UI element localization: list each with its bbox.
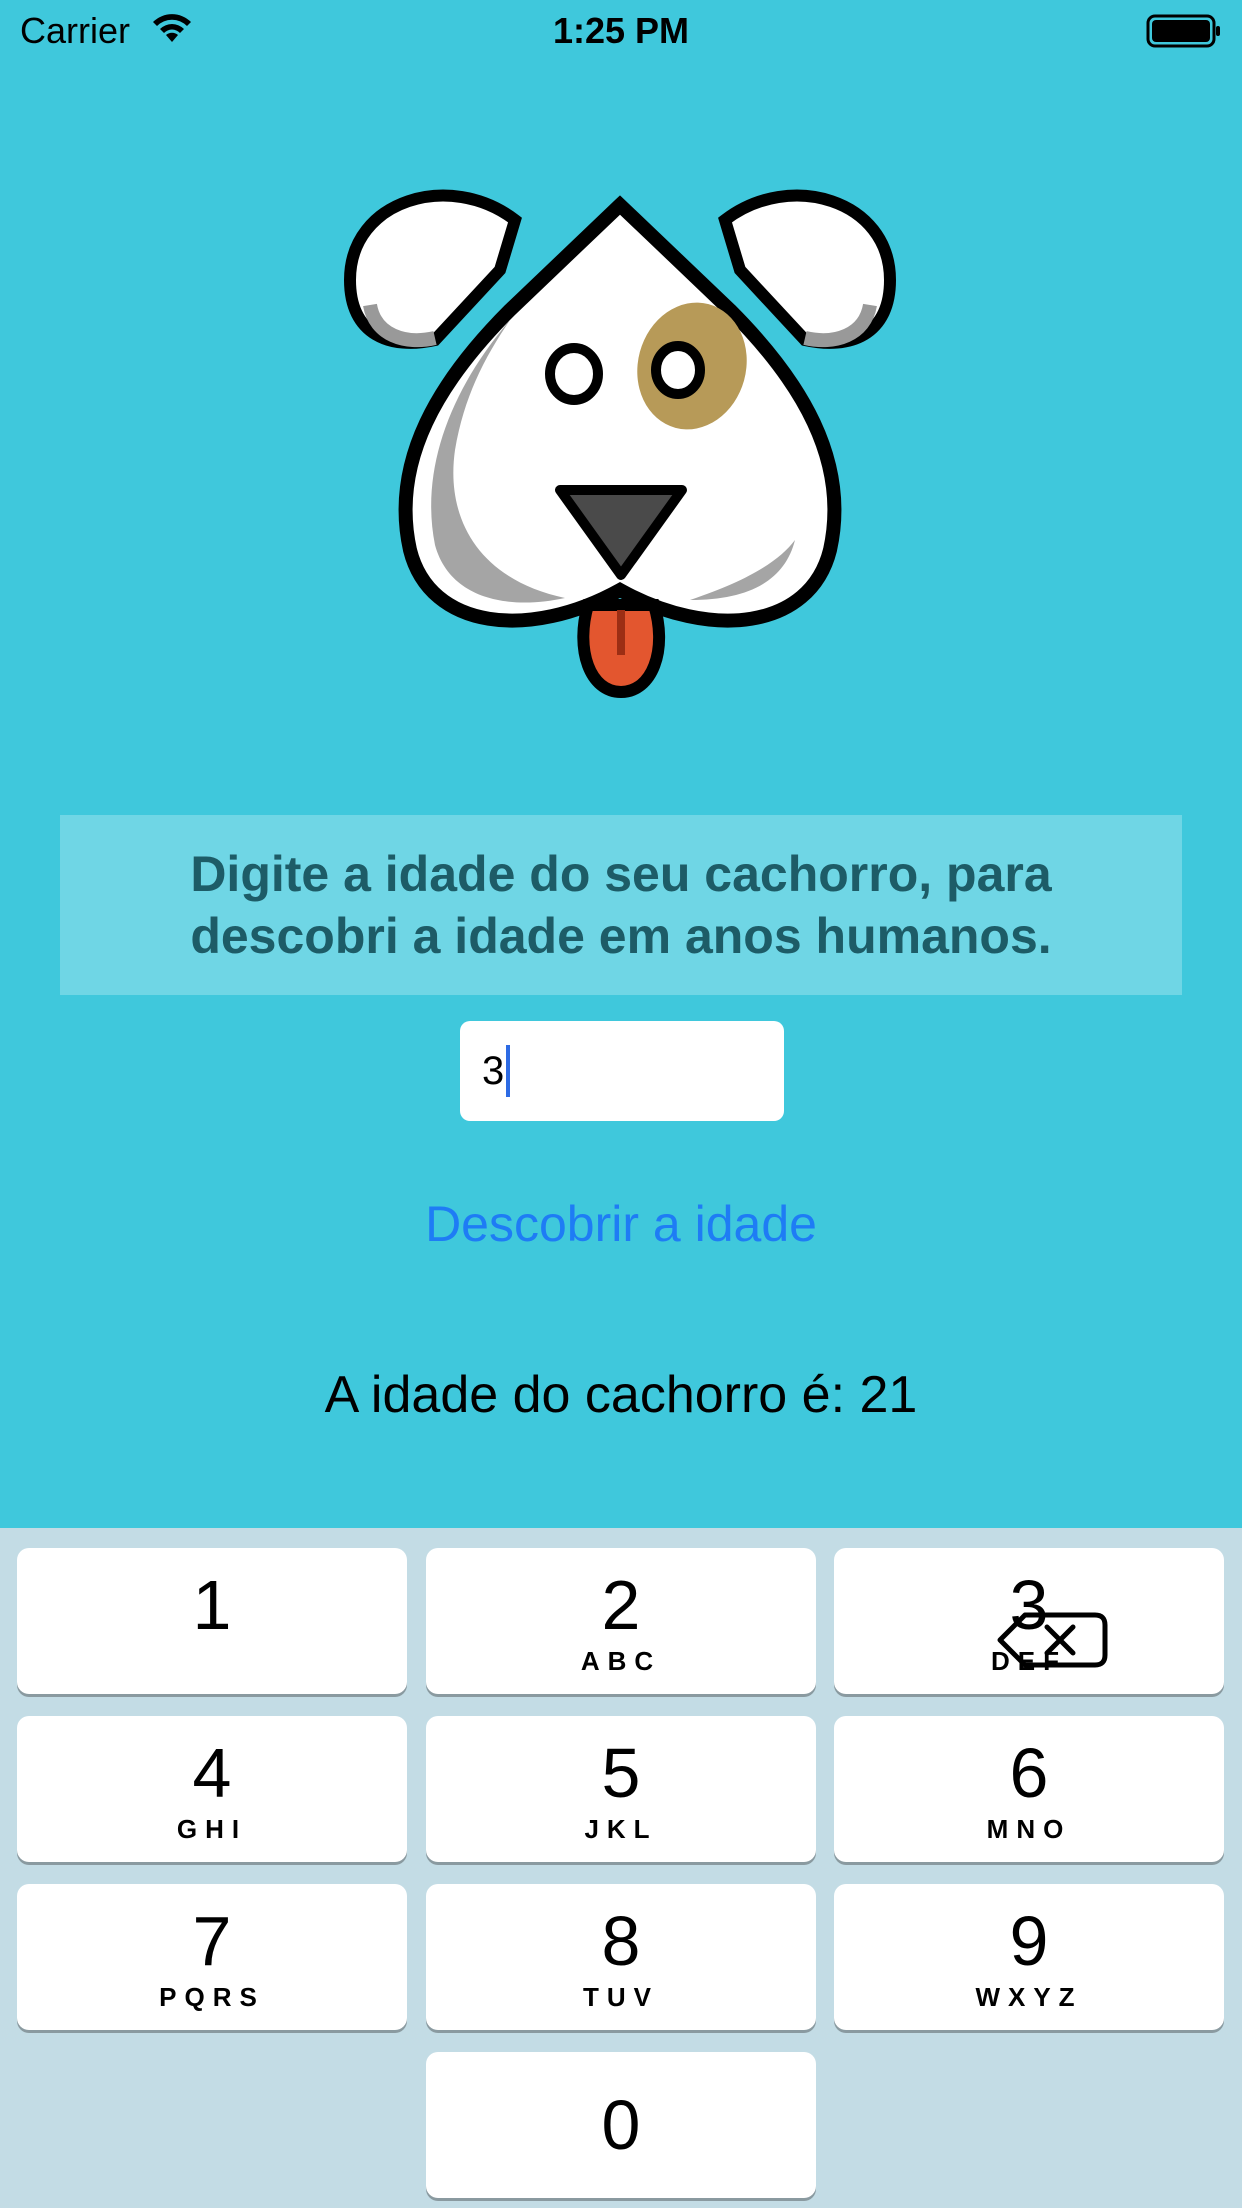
dog-age-input[interactable]: 3	[460, 1021, 784, 1121]
status-bar: Carrier 1:25 PM	[0, 0, 1242, 60]
key-8[interactable]: 8 TUV	[426, 1884, 816, 2030]
key-9[interactable]: 9 WXYZ	[834, 1884, 1224, 2030]
key-5[interactable]: 5 JKL	[426, 1716, 816, 1862]
key-letters: TUV	[583, 1982, 659, 2012]
key-digit: 8	[601, 1902, 641, 1980]
key-digit: 7	[192, 1902, 232, 1980]
dog-age-value: 3	[482, 1048, 505, 1093]
key-letters: JKL	[584, 1814, 658, 1844]
key-letters: PQRS	[159, 1982, 265, 2012]
key-6[interactable]: 6 MNO	[834, 1716, 1224, 1862]
key-7[interactable]: 7 PQRS	[17, 1884, 407, 2030]
key-2[interactable]: 2 ABC	[426, 1548, 816, 1694]
key-digit: 2	[601, 1566, 641, 1644]
key-letters: GHI	[176, 1814, 248, 1844]
backspace-icon[interactable]	[985, 1585, 1125, 1695]
key-1[interactable]: 1	[17, 1548, 407, 1694]
key-4[interactable]: 4 GHI	[17, 1716, 407, 1862]
key-digit: 4	[192, 1734, 232, 1812]
battery-icon	[1146, 14, 1222, 57]
find-age-button[interactable]: Descobrir a idade	[0, 1195, 1242, 1253]
key-0[interactable]: 0	[426, 2052, 816, 2198]
key-letters: MNO	[986, 1814, 1072, 1844]
result-label: A idade do cachorro é: 21	[324, 1366, 918, 1424]
dog-face-logo	[330, 160, 910, 720]
status-time: 1:25 PM	[552, 10, 690, 51]
key-digit: 6	[1009, 1734, 1049, 1812]
key-digit: 1	[192, 1566, 232, 1644]
key-letters: ABC	[580, 1646, 662, 1676]
key-digit: 0	[601, 2086, 641, 2164]
key-digit: 5	[601, 1734, 641, 1812]
instruction-panel: Digite a idade do seu cachorro, para des…	[60, 815, 1182, 995]
instruction-text: Digite a idade do seu cachorro, para des…	[190, 846, 1052, 964]
key-digit: 9	[1009, 1902, 1049, 1980]
text-caret	[506, 1045, 511, 1097]
key-letters: WXYZ	[975, 1982, 1083, 2012]
